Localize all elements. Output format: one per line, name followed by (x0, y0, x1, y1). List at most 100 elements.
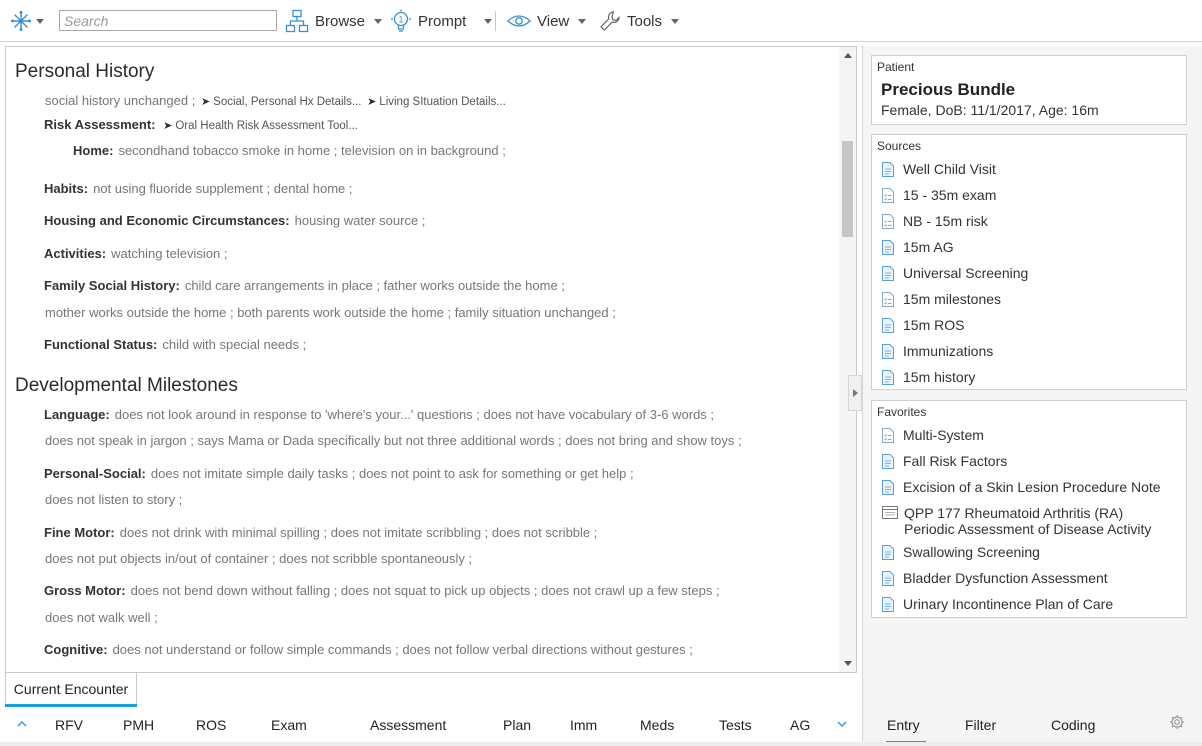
language-row-cont: does not speak in jargon ; says Mama or … (45, 433, 742, 448)
scroll-up-arrow-icon[interactable] (844, 53, 852, 58)
document-icon (882, 318, 894, 333)
active-tab-indicator (5, 704, 137, 707)
prompt-button[interactable]: 1 Prompt (390, 7, 493, 35)
source-item[interactable]: NB - 15m risk (882, 213, 988, 233)
functional-status-value[interactable]: child with special needs ; (162, 337, 306, 352)
nav-ag[interactable]: AG (790, 710, 810, 740)
oral-health-tool-link[interactable]: Oral Health Risk Assessment Tool... (175, 120, 358, 132)
gross-motor-value[interactable]: does not bend down without falling ; doe… (131, 583, 720, 598)
favorite-label: Fall Risk Factors (903, 453, 1008, 469)
search-input[interactable] (59, 10, 277, 31)
source-item[interactable]: 15m ROS (882, 317, 964, 337)
housing-label: Housing and Economic Circumstances: (44, 213, 290, 228)
home-row: Home: secondhand tobacco smoke in home ; … (73, 143, 506, 158)
scrollbar-thumb[interactable] (842, 141, 853, 237)
favorite-item[interactable]: Urinary Incontinence Plan of Care (882, 596, 1113, 616)
tab-current-encounter[interactable]: Current Encounter (5, 673, 137, 705)
checklist-icon (882, 428, 894, 443)
source-item[interactable]: 15m history (882, 369, 975, 389)
nav-imm[interactable]: Imm (570, 710, 597, 740)
sources-card-title: Sources (877, 139, 922, 153)
scroll-down-arrow-icon[interactable] (844, 661, 852, 666)
tools-button[interactable]: Tools (599, 7, 680, 35)
favorite-item[interactable]: Multi-System (882, 427, 984, 447)
chevron-down-icon (484, 18, 493, 24)
source-label: Universal Screening (903, 265, 1029, 281)
nav-exam[interactable]: Exam (271, 710, 307, 740)
patient-card-title: Patient (877, 60, 915, 74)
fine-motor-label: Fine Motor: (44, 525, 115, 540)
favorites-card-title: Favorites (877, 405, 927, 419)
personal-social-value[interactable]: does not imitate simple daily tasks ; do… (151, 466, 634, 481)
risk-assessment-label: Risk Assessment: (44, 117, 156, 132)
patient-card: Patient Precious Bundle Female, DoB: 11/… (871, 55, 1187, 125)
chevron-up-icon[interactable] (17, 719, 27, 729)
nav-tests[interactable]: Tests (719, 710, 752, 740)
app-menu-button[interactable] (10, 10, 50, 32)
source-item[interactable]: Well Child Visit (882, 161, 996, 181)
favorite-item[interactable]: Fall Risk Factors (882, 453, 1007, 473)
fine-motor-value[interactable]: does not drink with minimal spilling ; d… (120, 525, 598, 540)
home-value[interactable]: secondhand tobacco smoke in home ; telev… (118, 143, 505, 158)
habits-value[interactable]: not using fluoride supplement ; dental h… (93, 181, 352, 196)
source-label: 15m AG (903, 239, 954, 255)
source-label: 15m ROS (903, 317, 965, 333)
nav-pmh[interactable]: PMH (123, 710, 154, 740)
source-item[interactable]: 15 - 35m exam (882, 187, 996, 207)
svg-text:1: 1 (398, 15, 403, 25)
activities-value[interactable]: watching television ; (111, 246, 227, 261)
risk-assessment-row: Risk Assessment: ➤ Oral Health Risk Asses… (44, 117, 358, 132)
window-bottom-border (0, 742, 1202, 746)
chevron-down-icon[interactable] (837, 719, 847, 729)
view-button[interactable]: View (507, 7, 587, 35)
language-value-cont[interactable]: does not speak in jargon ; says Mama or … (45, 433, 742, 448)
source-item[interactable]: 15m AG (882, 239, 954, 259)
source-item[interactable]: 15m milestones (882, 291, 1001, 311)
patient-name: Precious Bundle (881, 80, 1016, 99)
browse-button[interactable]: Browse (285, 7, 383, 35)
nav-ros[interactable]: ROS (196, 710, 226, 740)
source-item[interactable]: Immunizations (882, 343, 993, 363)
favorite-item[interactable]: Swallowing Screening (882, 544, 1040, 564)
nav-assessment[interactable]: Assessment (370, 710, 446, 740)
favorite-item[interactable]: Excision of a Skin Lesion Procedure Note (882, 479, 1161, 499)
intro-text: social history unchanged ; (45, 93, 196, 108)
source-item[interactable]: Universal Screening (882, 265, 1028, 285)
nav-rfv[interactable]: RFV (55, 710, 83, 740)
housing-value[interactable]: housing water source ; (295, 213, 426, 228)
tab-coding[interactable]: Coding (1051, 710, 1095, 740)
favorite-label-wrap: QPP 177 Rheumatoid Arthritis (RA) Period… (904, 505, 1151, 537)
nav-meds[interactable]: Meds (640, 710, 674, 740)
family-social-value-cont[interactable]: mother works outside the home ; both par… (45, 305, 616, 320)
sidebar-collapse-toggle[interactable] (848, 375, 862, 411)
tab-filter[interactable]: Filter (965, 710, 996, 740)
document-icon (882, 454, 894, 469)
document-icon (882, 266, 894, 281)
living-situation-link[interactable]: Living SItuation Details... (379, 96, 506, 108)
chevron-down-icon (36, 18, 44, 24)
view-label: View (537, 12, 570, 30)
gear-icon[interactable] (1169, 714, 1185, 730)
wrench-icon (600, 11, 620, 31)
chevron-down-icon (671, 18, 680, 24)
favorite-item[interactable]: QPP 177 Rheumatoid Arthritis (RA) Period… (882, 505, 1151, 541)
section-title-personal-history: Personal History (15, 61, 155, 82)
personal-social-value-cont[interactable]: does not listen to story ; (45, 492, 182, 507)
toolbar-divider (495, 11, 496, 31)
checklist-icon (882, 188, 894, 203)
social-details-link[interactable]: Social, Personal Hx Details... (213, 96, 361, 108)
source-label: Immunizations (903, 343, 994, 359)
tab-entry[interactable]: Entry (887, 710, 920, 740)
vertical-scrollbar[interactable] (839, 47, 856, 672)
cognitive-value[interactable]: does not understand or follow simple com… (113, 642, 693, 657)
family-social-value[interactable]: child care arrangements in place ; fathe… (185, 278, 565, 293)
language-label: Language: (44, 407, 110, 422)
language-value[interactable]: does not look around in response to 'whe… (115, 407, 714, 422)
nav-plan[interactable]: Plan (503, 710, 531, 740)
favorite-item[interactable]: Bladder Dysfunction Assessment (882, 570, 1108, 590)
source-label: 15 - 35m exam (903, 187, 997, 203)
fine-motor-value-cont[interactable]: does not put objects in/out of container… (45, 551, 472, 566)
habits-row: Habits: not using fluoride supplement ; d… (44, 181, 353, 196)
gross-motor-value-cont[interactable]: does not walk well ; (45, 610, 158, 625)
activities-row: Activities: watching television ; (44, 246, 227, 261)
